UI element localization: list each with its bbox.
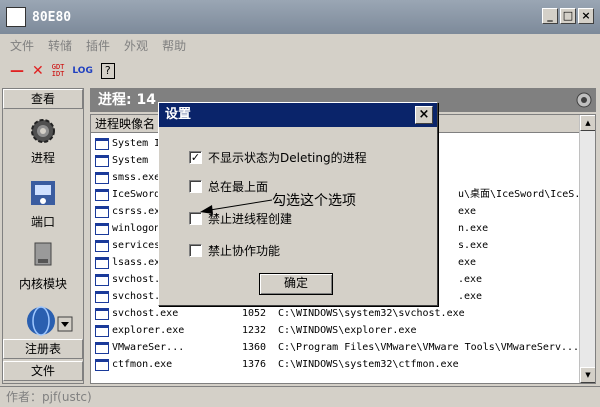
process-pid: 1232 bbox=[242, 325, 267, 336]
scroll-up-icon[interactable]: ▲ bbox=[580, 115, 595, 131]
process-path: exe bbox=[458, 257, 477, 268]
process-path: .exe bbox=[458, 274, 483, 285]
process-icon bbox=[95, 137, 109, 150]
process-count: 进程: 14 bbox=[98, 92, 156, 108]
app-icon bbox=[6, 7, 26, 27]
gdt-idt-icon[interactable]: GDT IDT bbox=[52, 64, 65, 78]
process-path: exe bbox=[458, 206, 477, 217]
minus-icon[interactable]: — bbox=[10, 63, 24, 79]
option-label: 总在最上面 bbox=[208, 179, 269, 194]
sidebar: 查看 进程 端口 内核模块 注册表 文件 bbox=[2, 88, 84, 384]
process-icon bbox=[95, 273, 109, 286]
process-path: n.exe bbox=[458, 223, 489, 234]
process-icon bbox=[95, 324, 109, 337]
process-pid: 1360 bbox=[242, 342, 267, 353]
process-icon bbox=[95, 154, 109, 167]
dialog-close-button[interactable]: × bbox=[415, 106, 433, 124]
table-row[interactable]: svchost.exe 1052 C:\WINDOWS\system32\svcho… bbox=[95, 305, 575, 322]
sidebar-item-port[interactable]: 端口 bbox=[3, 179, 83, 230]
process-icon bbox=[95, 188, 109, 201]
process-icon bbox=[95, 358, 109, 371]
process-name: VMwareSer... bbox=[112, 342, 185, 353]
toolbar: — ✕ GDT IDT LOG ? bbox=[0, 58, 600, 84]
process-pid: 1376 bbox=[242, 359, 267, 370]
checkbox-block-process-creation[interactable] bbox=[189, 211, 202, 225]
process-name: ctfmon.exe bbox=[112, 359, 173, 370]
process-icon bbox=[95, 222, 109, 235]
menu-help[interactable]: 帮助 bbox=[162, 37, 186, 54]
gear-icon bbox=[31, 119, 55, 143]
process-icon bbox=[95, 256, 109, 269]
help-icon[interactable]: ? bbox=[100, 63, 115, 79]
dialog-title-bar: 设置 × bbox=[159, 103, 437, 127]
process-icon bbox=[95, 239, 109, 252]
annotation-text: 勾选这个选项 bbox=[272, 193, 356, 209]
log-button[interactable]: LOG bbox=[72, 66, 92, 76]
option-hide-deleting[interactable]: ✓ 不显示状态为Deleting的进程 bbox=[189, 149, 367, 165]
process-icon bbox=[95, 205, 109, 218]
option-always-on-top[interactable]: 总在最上面 bbox=[189, 178, 268, 194]
process-icon bbox=[95, 171, 109, 184]
process-path: C:\WINDOWS\system32\ctfmon.exe bbox=[278, 359, 459, 370]
checkbox-always-on-top[interactable] bbox=[189, 179, 202, 193]
process-icon bbox=[95, 341, 109, 354]
sidebar-item-registry[interactable]: 注册表 bbox=[3, 339, 83, 359]
process-icon bbox=[95, 307, 109, 320]
dialog-title: 设置 bbox=[165, 107, 192, 122]
menu-appearance[interactable]: 外观 bbox=[124, 37, 148, 54]
vertical-scrollbar[interactable]: ▲ ▼ bbox=[579, 115, 595, 383]
process-path: C:\Program Files\VMware\VMware Tools\VMw… bbox=[278, 342, 580, 353]
maximize-button[interactable]: □ bbox=[560, 8, 576, 24]
close-button[interactable]: × bbox=[578, 8, 594, 24]
sidebar-item-kernel-modules[interactable]: 内核模块 bbox=[3, 241, 83, 292]
kill-icon[interactable]: ✕ bbox=[32, 63, 44, 79]
option-label: 禁止进线程创建 bbox=[208, 211, 293, 226]
menu-file[interactable]: 文件 bbox=[10, 37, 34, 54]
process-path: u\桌面\IceSword\IceS... bbox=[458, 189, 593, 200]
ok-button[interactable]: 确定 bbox=[259, 273, 333, 295]
kernel-module-icon bbox=[34, 242, 52, 266]
sidebar-item-files[interactable]: 文件 bbox=[3, 361, 83, 381]
window-controls: _ □ × bbox=[542, 8, 594, 24]
option-disable-collaboration[interactable]: 禁止协作功能 bbox=[189, 242, 280, 258]
process-pid: 1052 bbox=[242, 308, 267, 319]
process-path: .exe bbox=[458, 291, 483, 302]
process-name: svchost.exe bbox=[112, 308, 179, 319]
minimize-button[interactable]: _ bbox=[542, 8, 558, 24]
process-path: C:\WINDOWS\system32\svchost.exe bbox=[278, 308, 465, 319]
table-row[interactable]: explorer.exe 1232 C:\WINDOWS\explorer.exe bbox=[95, 322, 575, 339]
table-row[interactable]: ctfmon.exe 1376 C:\WINDOWS\system32\ctfmon… bbox=[95, 356, 575, 373]
window-title: 80E80 bbox=[32, 9, 72, 25]
process-name: explorer.exe bbox=[112, 325, 185, 336]
table-row[interactable]: VMwareSer... 1360 C:\Program Files\VMware\… bbox=[95, 339, 579, 356]
menu-bar: 文件 转储 插件 外观 帮助 bbox=[0, 34, 600, 56]
globe-icon bbox=[27, 306, 73, 336]
process-path: C:\WINDOWS\explorer.exe bbox=[278, 325, 417, 336]
idt-label: IDT bbox=[51, 70, 65, 78]
checkbox-hide-deleting[interactable]: ✓ bbox=[189, 150, 202, 164]
sidebar-item-label: 进程 bbox=[30, 151, 55, 165]
option-label: 不显示状态为Deleting的进程 bbox=[208, 150, 367, 165]
sidebar-item-process[interactable]: 进程 bbox=[3, 117, 83, 166]
title-bar: 80E80 _ □ × bbox=[0, 0, 600, 34]
process-path: s.exe bbox=[458, 240, 489, 251]
sidebar-item-more[interactable] bbox=[3, 305, 83, 337]
sidebar-item-label: 内核模块 bbox=[18, 277, 67, 291]
network-port-icon bbox=[31, 181, 55, 205]
option-block-process-creation[interactable]: 禁止进线程创建 bbox=[189, 210, 292, 226]
checkbox-disable-collaboration[interactable] bbox=[189, 243, 202, 257]
refresh-icon[interactable] bbox=[576, 92, 592, 108]
menu-plugins[interactable]: 插件 bbox=[86, 37, 110, 54]
sidebar-header[interactable]: 查看 bbox=[3, 89, 83, 109]
option-label: 禁止协作功能 bbox=[208, 243, 281, 258]
process-icon bbox=[95, 290, 109, 303]
sidebar-item-label: 端口 bbox=[30, 215, 55, 229]
menu-dump[interactable]: 转储 bbox=[48, 37, 72, 54]
status-bar: 作者：pjf(ustc) bbox=[0, 386, 600, 407]
scroll-down-icon[interactable]: ▼ bbox=[580, 367, 595, 383]
